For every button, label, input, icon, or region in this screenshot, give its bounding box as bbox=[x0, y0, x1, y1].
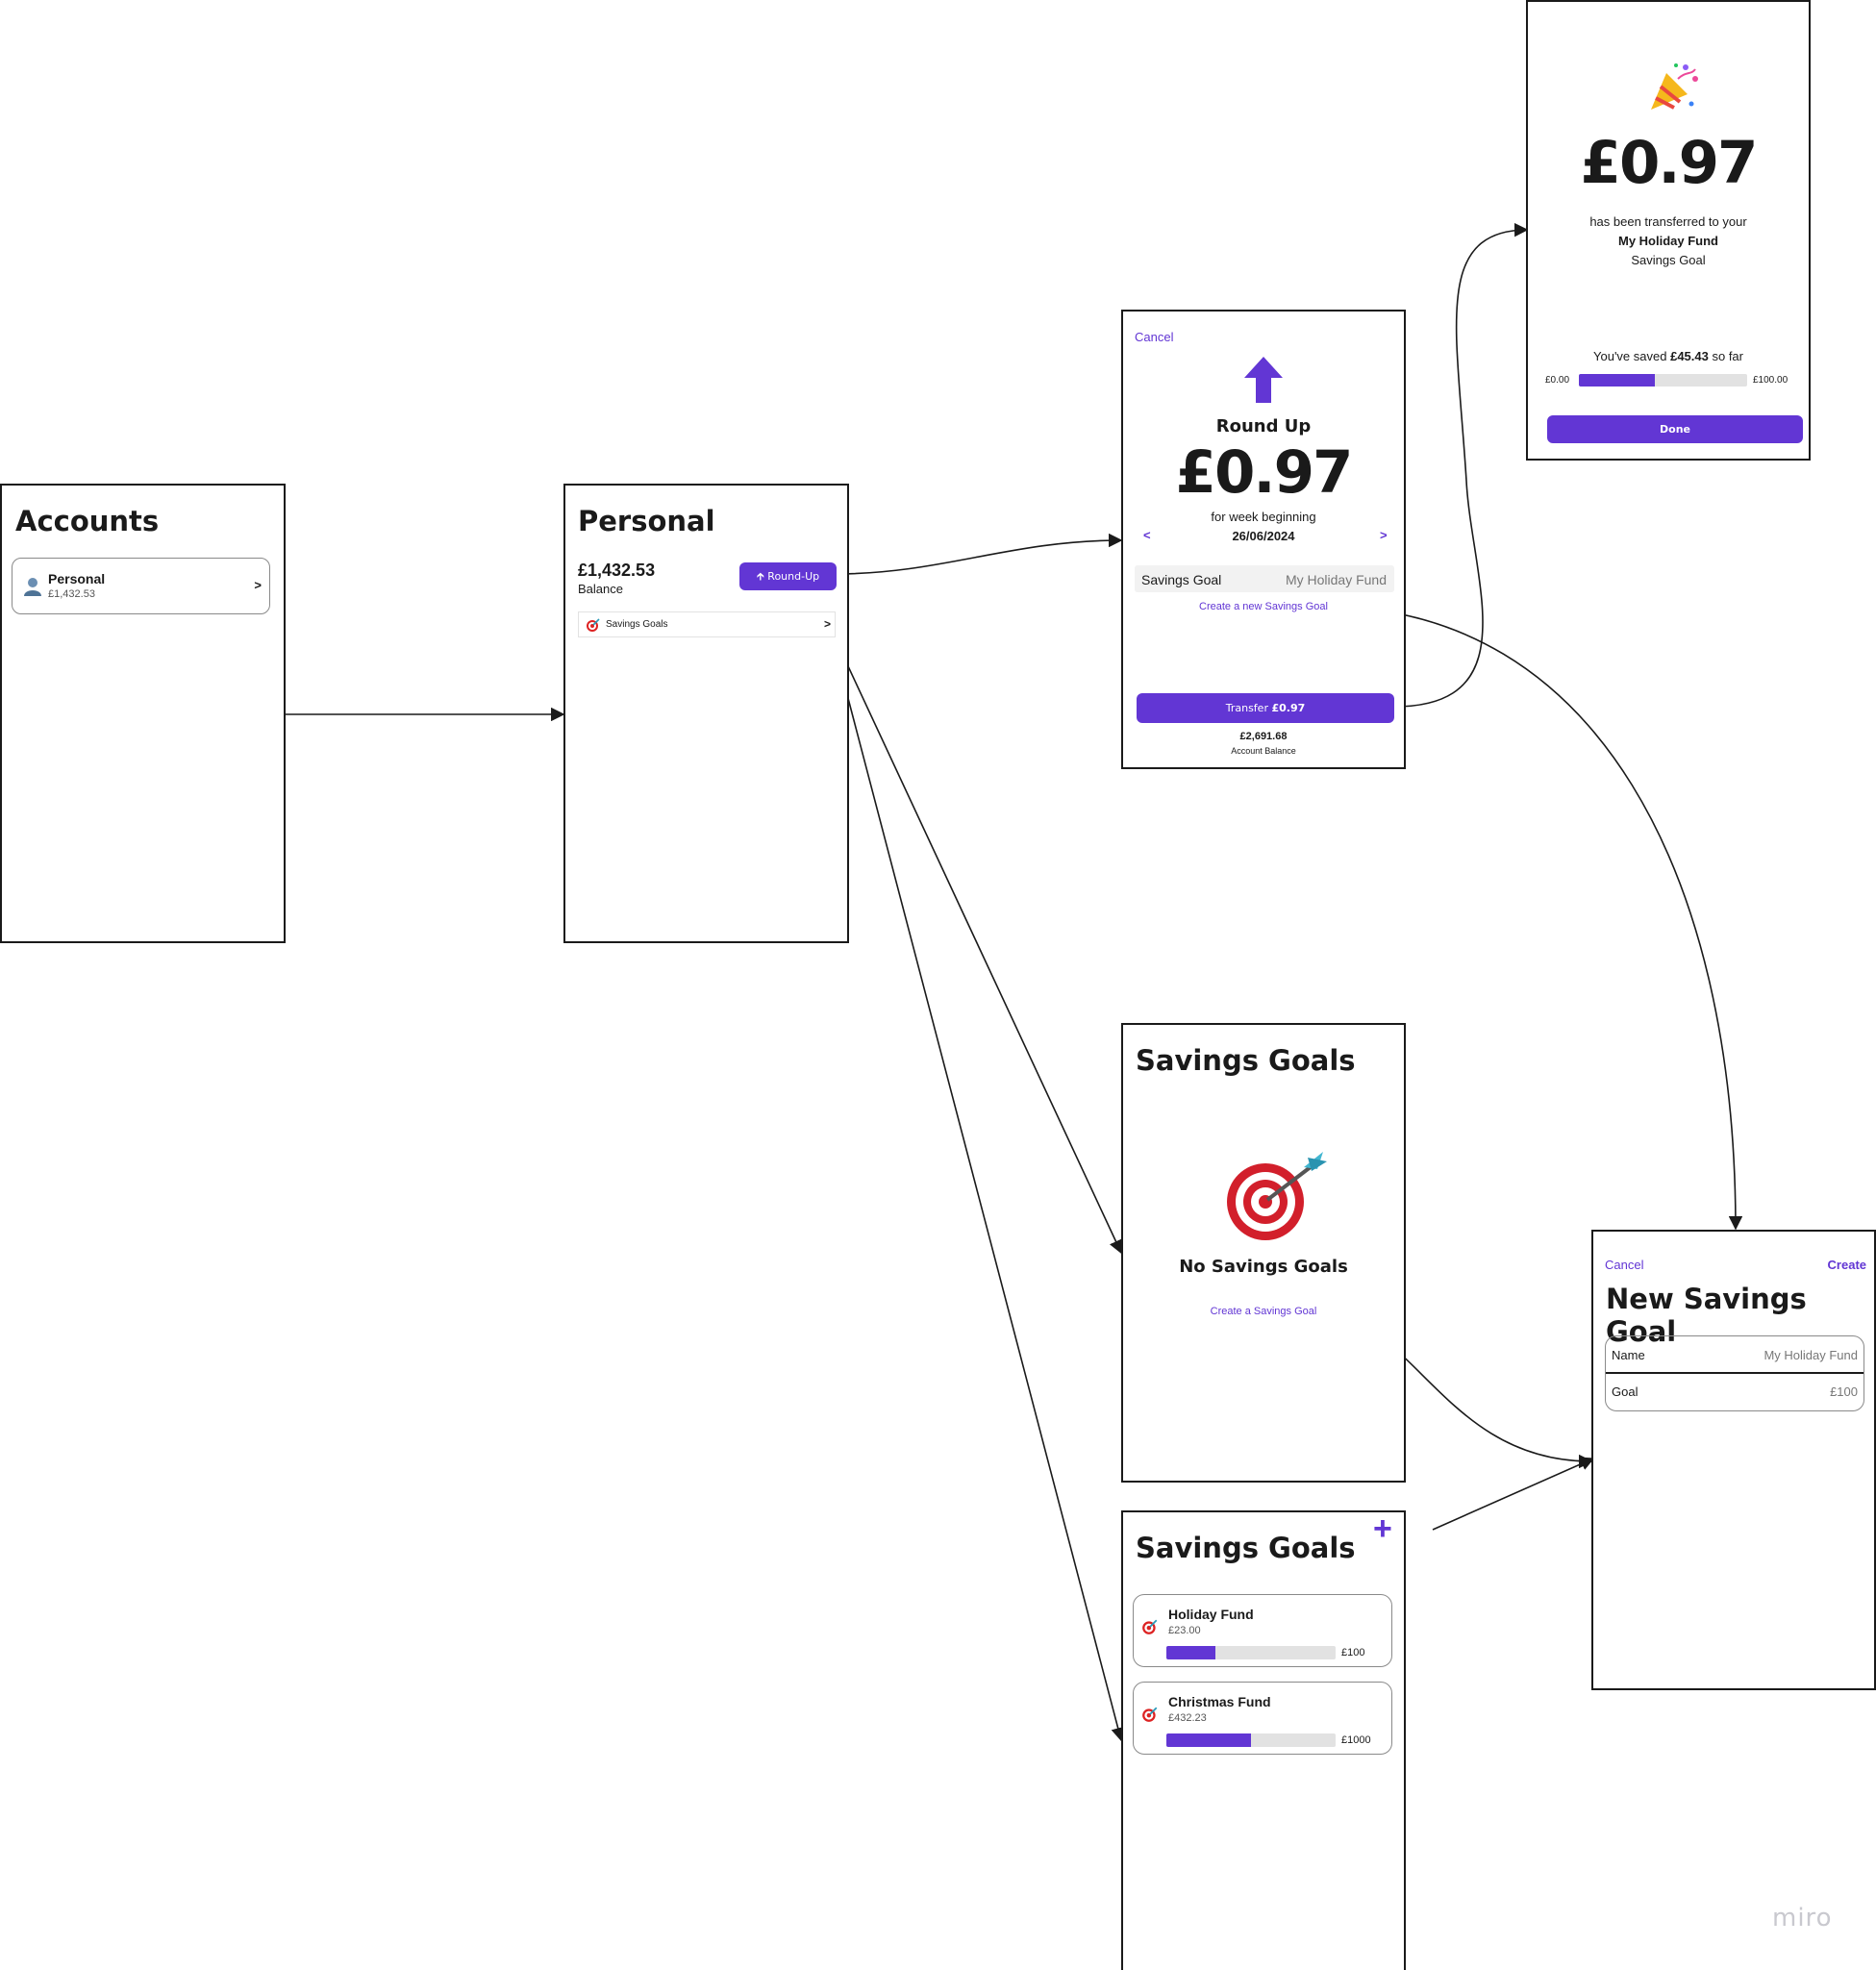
progress-min-label: £0.00 bbox=[1545, 375, 1570, 386]
transfer-success-screen: £0.97 has been transferred to your My Ho… bbox=[1526, 0, 1811, 461]
round-up-label: Round-Up bbox=[767, 570, 820, 583]
account-balance-label: Account Balance bbox=[1231, 746, 1296, 756]
goal-saved: £432.23 bbox=[1168, 1712, 1207, 1724]
cancel-link[interactable]: Cancel bbox=[1605, 1258, 1643, 1272]
no-savings-goals-screen: Savings Goals No Savings Goals Create a … bbox=[1121, 1023, 1406, 1483]
saved-so-far-text: You've saved £45.43 so far bbox=[1528, 349, 1809, 363]
cancel-link[interactable]: Cancel bbox=[1135, 330, 1173, 344]
savings-goal-selector[interactable]: Savings Goal My Holiday Fund bbox=[1135, 565, 1394, 592]
new-goal-form: Name My Holiday Fund Goal £100 bbox=[1605, 1335, 1864, 1411]
savings-goals-list-screen: Savings Goals + Holiday Fund £23.00 £100… bbox=[1121, 1510, 1406, 1970]
goal-progress-bar bbox=[1166, 1733, 1336, 1747]
personal-screen: Personal £1,432.53 Balance 🡱 Round-Up Sa… bbox=[563, 484, 849, 943]
savings-goal-value: My Holiday Fund bbox=[1285, 572, 1387, 587]
goal-progress-bar bbox=[1166, 1646, 1336, 1659]
account-row-personal[interactable]: Personal £1,432.53 > bbox=[12, 558, 270, 614]
round-up-amount: £0.97 bbox=[1175, 438, 1354, 507]
balance-amount: £1,432.53 bbox=[578, 561, 656, 580]
goal-placeholder: £100 bbox=[1830, 1384, 1858, 1399]
page-title: Personal bbox=[578, 505, 715, 537]
week-date: 26/06/2024 bbox=[1232, 529, 1295, 543]
progress-max-label: £100.00 bbox=[1753, 375, 1788, 386]
round-up-button[interactable]: 🡱 Round-Up bbox=[739, 562, 837, 590]
account-balance-amount: £2,691.68 bbox=[1239, 731, 1288, 742]
goal-card[interactable]: Christmas Fund £432.23 £1000 bbox=[1133, 1682, 1392, 1755]
goal-saved: £23.00 bbox=[1168, 1625, 1201, 1636]
accounts-screen: Accounts Personal £1,432.53 > bbox=[0, 484, 286, 943]
next-week-button[interactable]: > bbox=[1380, 528, 1388, 542]
target-dart-icon bbox=[1223, 1148, 1331, 1247]
balance-label: Balance bbox=[578, 582, 623, 596]
account-name: Personal bbox=[48, 571, 106, 586]
round-up-screen: Cancel Round Up £0.97 for week beginning… bbox=[1121, 310, 1406, 769]
goal-label: Goal bbox=[1612, 1384, 1638, 1399]
page-title: Accounts bbox=[15, 505, 160, 537]
savings-goal-label: Savings Goal bbox=[1141, 572, 1222, 587]
party-popper-icon bbox=[1647, 60, 1701, 118]
savings-goals-row[interactable]: Savings Goals > bbox=[578, 611, 836, 637]
saved-suffix: so far bbox=[1708, 349, 1743, 363]
round-up-heading: Round Up bbox=[1215, 416, 1312, 436]
create-new-savings-goal-link[interactable]: Create a new Savings Goal bbox=[1123, 601, 1404, 612]
goal-progress-fill bbox=[1166, 1733, 1251, 1747]
name-label: Name bbox=[1612, 1348, 1645, 1362]
target-icon bbox=[586, 617, 601, 633]
transfer-message-line1: has been transferred to your bbox=[1589, 214, 1747, 229]
create-savings-goal-link[interactable]: Create a Savings Goal bbox=[1123, 1306, 1404, 1317]
transfer-button[interactable]: Transfer £0.97 bbox=[1137, 693, 1394, 723]
arrow-plus-to-form bbox=[1432, 1457, 1595, 1531]
name-placeholder: My Holiday Fund bbox=[1763, 1348, 1858, 1362]
saved-prefix: You've saved bbox=[1593, 349, 1671, 363]
goal-progress-fill bbox=[1166, 1646, 1216, 1659]
arrow-roundup-to-roundup-screen bbox=[834, 533, 1123, 575]
arrow-goals-to-empty bbox=[828, 624, 1123, 1255]
arrow-transfer-to-success bbox=[1393, 222, 1529, 708]
page-title: Savings Goals bbox=[1136, 1044, 1356, 1077]
prev-week-button[interactable]: < bbox=[1143, 528, 1151, 542]
transferred-amount: £0.97 bbox=[1580, 129, 1759, 197]
savings-goals-label: Savings Goals bbox=[606, 619, 668, 630]
done-button[interactable]: Done bbox=[1547, 415, 1803, 443]
page-title: Savings Goals bbox=[1136, 1532, 1356, 1564]
account-balance: £1,432.53 bbox=[48, 588, 95, 600]
empty-state-text: No Savings Goals bbox=[1179, 1257, 1348, 1277]
create-button[interactable]: Create bbox=[1828, 1258, 1866, 1272]
transfer-message-line3: Savings Goal bbox=[1631, 253, 1706, 267]
transfer-amount: £0.97 bbox=[1271, 702, 1306, 714]
goal-target: £1000 bbox=[1341, 1734, 1371, 1746]
add-goal-button[interactable]: + bbox=[1373, 1512, 1392, 1548]
done-label: Done bbox=[1660, 423, 1690, 436]
target-icon bbox=[1141, 1706, 1159, 1723]
name-field[interactable]: Name My Holiday Fund bbox=[1606, 1336, 1863, 1374]
savings-progress-bar bbox=[1579, 374, 1747, 387]
saved-amount: £45.43 bbox=[1670, 349, 1709, 363]
miro-watermark: miro bbox=[1772, 1904, 1833, 1933]
goal-field[interactable]: Goal £100 bbox=[1606, 1374, 1863, 1410]
person-icon bbox=[22, 576, 43, 602]
chevron-right-icon: > bbox=[823, 617, 831, 631]
arrow-goals-to-list bbox=[828, 624, 1125, 1742]
target-icon bbox=[1141, 1618, 1159, 1635]
new-savings-goal-screen: Cancel Create New Savings Goal Name My H… bbox=[1591, 1230, 1876, 1690]
arrow-up-icon: 🡱 bbox=[756, 570, 764, 583]
goal-card[interactable]: Holiday Fund £23.00 £100 bbox=[1133, 1594, 1392, 1667]
savings-progress-fill bbox=[1579, 374, 1655, 387]
goal-name: Holiday Fund bbox=[1168, 1607, 1254, 1622]
arrow-up-icon bbox=[1244, 357, 1283, 408]
week-label: for week beginning bbox=[1211, 510, 1316, 524]
goal-target: £100 bbox=[1341, 1647, 1365, 1658]
transfer-goal-name: My Holiday Fund bbox=[1618, 234, 1718, 248]
goal-name: Christmas Fund bbox=[1168, 1694, 1271, 1709]
chevron-right-icon: > bbox=[254, 578, 262, 592]
transfer-label: Transfer bbox=[1225, 702, 1272, 714]
